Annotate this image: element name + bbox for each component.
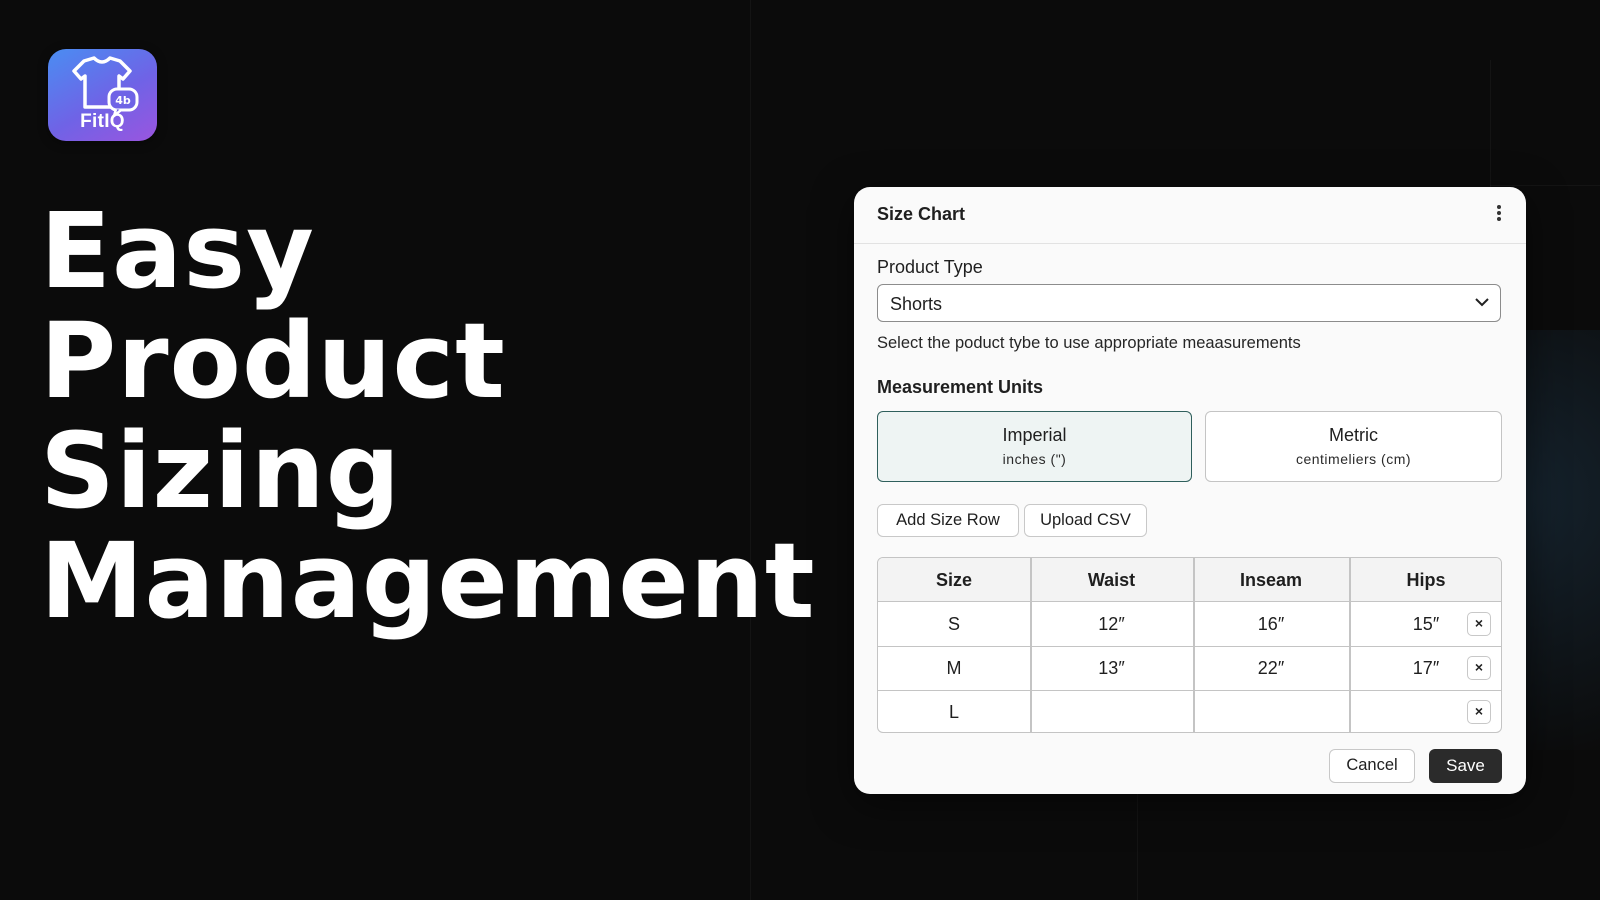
save-button[interactable]: Save <box>1429 749 1502 783</box>
headline-line: Product <box>40 300 506 422</box>
column-divider <box>1030 558 1032 732</box>
unit-option-imperial[interactable]: Imperial inches (") <box>877 411 1192 482</box>
product-type-select[interactable]: Shorts <box>877 284 1501 322</box>
remove-row-button[interactable]: × <box>1467 656 1491 680</box>
panel-header: Size Chart <box>854 187 1526 244</box>
headline-line: Sizing <box>40 410 402 532</box>
column-header: Size <box>878 558 1030 602</box>
waist-cell[interactable]: 12″ <box>1030 602 1193 646</box>
headline-line: Easy <box>40 190 315 312</box>
inseam-cell[interactable]: 16″ <box>1193 602 1349 646</box>
headline-line: Management <box>40 520 816 642</box>
column-divider <box>1193 558 1195 732</box>
upload-csv-button[interactable]: Upload CSV <box>1024 504 1147 537</box>
unit-name: Imperial <box>1002 425 1067 445</box>
cancel-button[interactable]: Cancel <box>1329 749 1415 783</box>
panel-title: Size Chart <box>877 204 966 224</box>
brand-name: FitIQ <box>80 111 125 132</box>
unit-sub: centimeliers (cm) <box>1295 451 1412 467</box>
fitiq-logo: 4b FitIQ <box>48 49 157 141</box>
column-header: Waist <box>1030 558 1193 602</box>
grid-line <box>1137 790 1138 900</box>
headline: Easy Product Sizing Management <box>40 196 816 636</box>
product-type-value: Shorts <box>890 294 943 314</box>
remove-row-button[interactable]: × <box>1467 700 1491 724</box>
remove-row-button[interactable]: × <box>1467 612 1491 636</box>
add-size-row-button[interactable]: Add Size Row <box>877 504 1019 537</box>
svg-text:4b: 4b <box>115 94 131 107</box>
size-table: Size Waist Inseam Hips S 12″ 16″ 15″ × M… <box>877 557 1502 733</box>
product-type-help: Select the poduct tybe to use appropriat… <box>877 334 1301 352</box>
grid-line <box>1490 185 1600 186</box>
table-row: L × <box>878 690 1501 732</box>
product-type-label: Product Type <box>877 257 983 277</box>
column-divider <box>1349 558 1351 732</box>
size-chart-panel: Size Chart Product Type Shorts Select th… <box>854 187 1526 794</box>
unit-name: Metric <box>1329 425 1378 445</box>
inseam-cell[interactable]: 22″ <box>1193 646 1349 690</box>
column-header: Inseam <box>1193 558 1349 602</box>
unit-option-metric[interactable]: Metric centimeliers (cm) <box>1205 411 1502 482</box>
table-row: M 13″ 22″ 17″ × <box>878 646 1501 691</box>
chevron-down-icon <box>1475 298 1489 307</box>
unit-sub: inches (") <box>1002 451 1067 467</box>
size-cell: L <box>948 702 959 722</box>
size-cell: S <box>947 614 960 634</box>
waist-cell[interactable]: 13″ <box>1030 646 1193 690</box>
size-cell: M <box>946 658 962 678</box>
inseam-cell[interactable] <box>1193 690 1349 732</box>
waist-cell[interactable] <box>1030 690 1193 732</box>
measurement-units-label: Measurement Units <box>877 377 1044 397</box>
column-header: Hips <box>1349 558 1501 602</box>
grid-line <box>1490 60 1491 190</box>
table-row: S 12″ 16″ 15″ × <box>878 602 1501 647</box>
kebab-menu-icon[interactable] <box>1494 203 1504 227</box>
